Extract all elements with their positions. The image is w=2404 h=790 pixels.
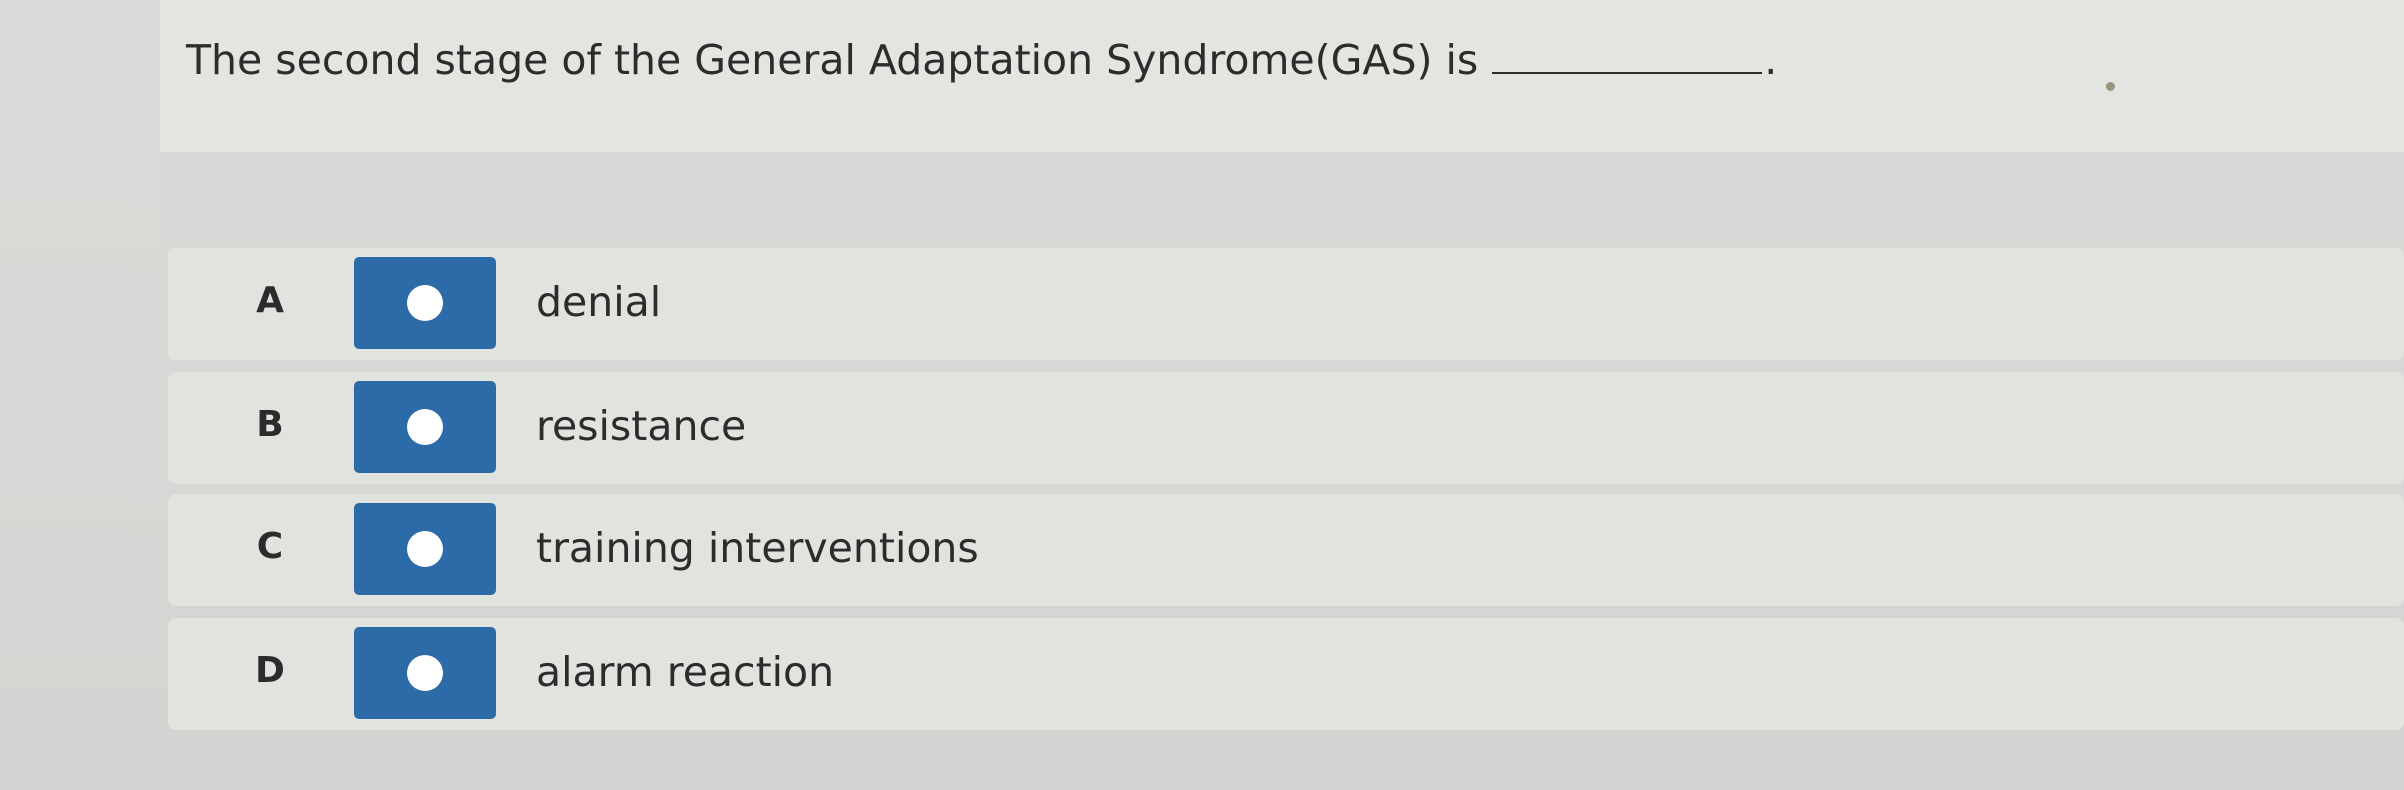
radio-circle-icon: [407, 655, 443, 691]
radio-button-d[interactable]: [354, 627, 496, 719]
option-label: denial: [536, 278, 662, 326]
option-label: alarm reaction: [536, 648, 835, 696]
spacer-band: [160, 152, 2404, 244]
radio-circle-icon: [407, 409, 443, 445]
option-letter: D: [255, 650, 285, 691]
option-row-a[interactable]: A denial: [168, 248, 2404, 360]
option-row-d[interactable]: D alarm reaction: [168, 618, 2404, 730]
question-text: The second stage of the General Adaptati…: [186, 36, 1479, 84]
option-row-b[interactable]: B resistance: [168, 372, 2404, 484]
option-label: resistance: [536, 402, 747, 450]
radio-circle-icon: [407, 531, 443, 567]
option-row-c[interactable]: C training interventions: [168, 494, 2404, 606]
option-letter: B: [256, 404, 284, 445]
radio-button-b[interactable]: [354, 381, 496, 473]
radio-button-c[interactable]: [354, 503, 496, 595]
option-letter: A: [256, 280, 284, 321]
radio-button-a[interactable]: [354, 257, 496, 349]
option-label: training interventions: [536, 524, 979, 572]
question-prompt: The second stage of the General Adaptati…: [186, 36, 1777, 84]
option-letter: C: [256, 526, 284, 567]
answer-blank: [1492, 72, 1763, 74]
speck-mark: [2106, 82, 2115, 91]
radio-circle-icon: [407, 285, 443, 321]
question-end-punctuation: .: [1764, 36, 1778, 84]
